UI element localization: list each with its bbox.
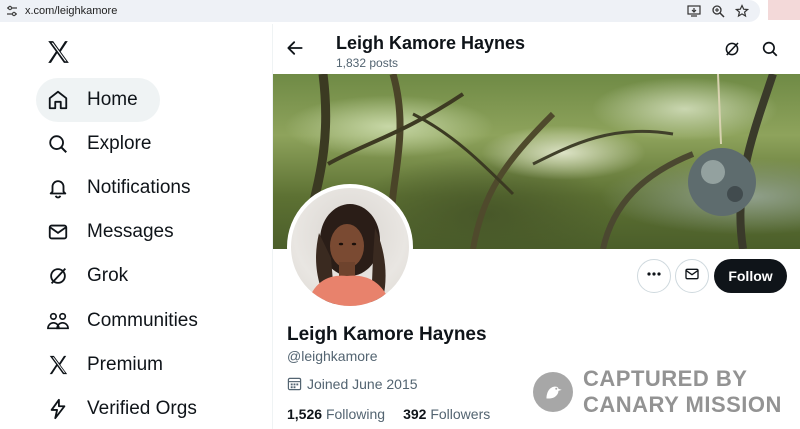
star-icon[interactable] [734,3,750,19]
following-count: 1,526 [287,406,323,422]
canary-mission-watermark: CAPTURED BY CANARY MISSION [533,366,782,418]
x-logo-icon[interactable] [45,39,73,67]
grok-icon [46,264,70,288]
lightning-icon [46,397,70,421]
x-logo-icon [46,353,70,377]
sidebar-item-label: Explore [87,133,152,154]
grok-icon[interactable] [723,40,741,58]
follow-button[interactable]: Follow [714,259,787,293]
sidebar-item-explore[interactable]: Explore [36,122,165,166]
sidebar-item-label: Home [87,89,138,110]
sidebar-item-label: Communities [87,310,198,331]
install-icon[interactable] [686,3,702,19]
sidebar-item-premium[interactable]: Premium [36,343,177,387]
calendar-icon [287,376,303,392]
followers-link[interactable]: 392 Followers [403,406,490,422]
envelope-icon [684,266,700,287]
follow-stats: 1,526 Following 392 Followers [287,406,490,422]
sidebar-item-label: Notifications [87,177,191,198]
canary-bird-icon [533,372,573,412]
following-label: Following [325,406,386,422]
sidebar-item-verified-orgs[interactable]: Verified Orgs [36,387,211,429]
watermark-line-2: CANARY MISSION [583,392,782,417]
more-options-button[interactable] [637,259,671,293]
sidebar-item-label: Grok [87,265,129,286]
sidebar-item-home[interactable]: Home [36,78,160,122]
avatar[interactable] [287,184,413,310]
bell-icon [46,176,70,200]
envelope-icon [46,220,70,244]
more-dots-icon [646,266,662,287]
followers-label: Followers [430,406,491,422]
sidebar-item-notifications[interactable]: Notifications [36,166,205,210]
sidebar-item-label: Premium [87,354,164,375]
profile-display-name: Leigh Kamore Haynes [287,324,487,345]
joined-date: Joined June 2015 [287,376,418,392]
header-display-name: Leigh Kamore Haynes [336,33,526,53]
sidebar-item-messages[interactable]: Messages [36,210,188,254]
tune-icon[interactable] [5,4,19,18]
url-text[interactable]: x.com/leighkamore [25,5,117,17]
communities-icon [46,309,70,333]
followers-count: 392 [403,406,427,422]
back-arrow-icon[interactable] [285,38,307,60]
profile-column: Leigh Kamore Haynes 1,832 posts Follow L… [272,24,800,429]
profile-handle: @leighkamore [287,348,378,364]
browser-chrome: x.com/leighkamore [0,0,800,24]
home-icon [46,88,70,112]
sidebar: Home Explore Notifications Messages Grok… [0,24,272,429]
sidebar-item-label: Messages [87,221,174,242]
sidebar-item-communities[interactable]: Communities [36,299,212,343]
sidebar-item-grok[interactable]: Grok [36,254,142,298]
search-icon[interactable] [761,40,779,58]
address-bar[interactable]: x.com/leighkamore [0,0,760,22]
profile-header-bar: Leigh Kamore Haynes 1,832 posts [273,24,800,74]
message-button[interactable] [675,259,709,293]
zoom-icon[interactable] [710,3,726,19]
extension-area [768,0,800,20]
sidebar-item-label: Verified Orgs [87,398,197,419]
watermark-line-1: CAPTURED BY [583,366,748,391]
following-link[interactable]: 1,526 Following [287,406,385,422]
joined-text: Joined June 2015 [307,376,418,392]
search-icon [46,132,70,156]
header-post-count: 1,832 posts [336,56,399,70]
